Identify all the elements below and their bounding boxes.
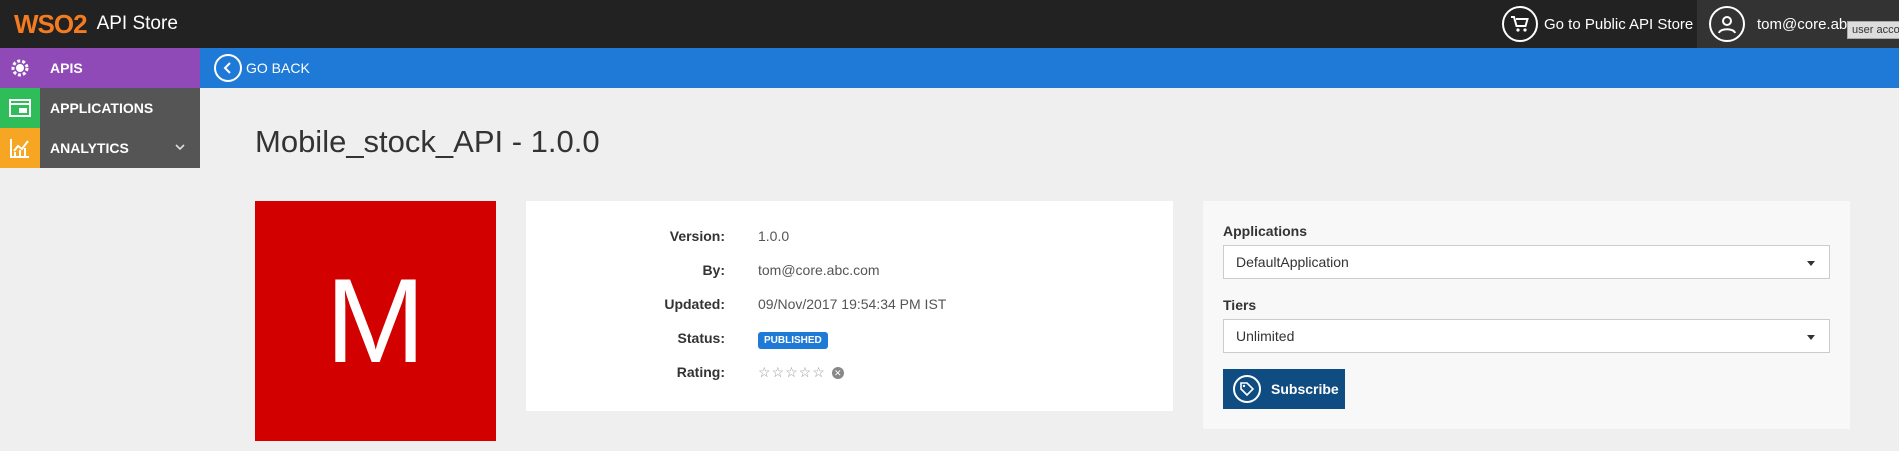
sidebar: APIS APPLICATIONS ANALYTICS	[0, 48, 200, 168]
back-navbar: GO BACK	[200, 48, 1899, 88]
detail-row-rating: Rating: ☆☆☆☆☆ ✕	[526, 364, 1173, 384]
cart-icon	[1502, 6, 1538, 42]
updated-label: Updated:	[664, 296, 725, 312]
clear-rating-icon[interactable]: ✕	[831, 367, 844, 380]
apis-gear-icon	[0, 48, 40, 88]
dropdown-caret-icon	[1807, 335, 1815, 340]
top-bar: WSO2 API Store Go to Public API Store to…	[0, 0, 1899, 48]
detail-row-status: Status: PUBLISHED	[526, 330, 1173, 350]
public-store-link[interactable]: Go to Public API Store	[1502, 6, 1693, 42]
analytics-chart-icon	[0, 128, 40, 168]
application-select[interactable]: DefaultApplication	[1223, 245, 1830, 279]
rating-stars[interactable]: ☆☆☆☆☆	[758, 364, 826, 380]
applications-label: Applications	[1223, 223, 1308, 239]
sidebar-item-label: ANALYTICS	[50, 140, 129, 156]
sidebar-item-applications[interactable]: APPLICATIONS	[0, 88, 200, 128]
subscribe-panel: Applications DefaultApplication Tiers Un…	[1203, 201, 1850, 429]
logo[interactable]: WSO2 API Store	[14, 6, 178, 42]
back-arrow-icon[interactable]	[214, 54, 242, 82]
api-details-panel: Version: 1.0.0 By: tom@core.abc.com Upda…	[526, 201, 1173, 411]
detail-row-updated: Updated: 09/Nov/2017 19:54:34 PM IST	[526, 296, 1173, 316]
by-label: By:	[702, 262, 725, 278]
sidebar-item-analytics[interactable]: ANALYTICS	[0, 128, 200, 168]
version-value: 1.0.0	[758, 228, 790, 244]
rating-widget[interactable]: ☆☆☆☆☆ ✕	[758, 364, 844, 381]
detail-row-by: By: tom@core.abc.com	[526, 262, 1173, 282]
status-badge: PUBLISHED	[758, 332, 828, 349]
sidebar-item-label: APIS	[50, 60, 83, 76]
user-avatar-icon	[1709, 6, 1745, 42]
page-title: Mobile_stock_API - 1.0.0	[255, 124, 600, 159]
subscribe-label: Subscribe	[1271, 381, 1339, 397]
tier-select-value: Unlimited	[1236, 328, 1295, 344]
tiers-label: Tiers	[1223, 297, 1257, 313]
rating-label: Rating:	[676, 364, 725, 380]
subscribe-button[interactable]: Subscribe	[1223, 369, 1345, 409]
dropdown-caret-icon	[1807, 261, 1815, 266]
detail-row-version: Version: 1.0.0	[526, 228, 1173, 248]
status-value-wrap: PUBLISHED	[758, 330, 828, 349]
sidebar-item-label: APPLICATIONS	[50, 100, 154, 116]
app-title: API Store	[96, 13, 178, 34]
public-store-label: Go to Public API Store	[1544, 15, 1694, 33]
tier-select[interactable]: Unlimited	[1223, 319, 1830, 353]
wso2-logo: WSO2	[14, 8, 88, 39]
by-value: tom@core.abc.com	[758, 262, 880, 278]
user-tooltip: user acco	[1847, 21, 1899, 39]
chevron-down-icon[interactable]	[174, 140, 186, 156]
go-back-link[interactable]: GO BACK	[246, 60, 310, 76]
application-select-value: DefaultApplication	[1236, 254, 1349, 270]
applications-icon	[0, 88, 40, 128]
status-label: Status:	[677, 330, 725, 346]
updated-value: 09/Nov/2017 19:54:34 PM IST	[758, 296, 947, 312]
sidebar-item-apis[interactable]: APIS	[0, 48, 200, 88]
version-label: Version:	[669, 228, 725, 244]
api-thumbnail: M	[255, 201, 496, 441]
tag-icon	[1233, 375, 1261, 403]
